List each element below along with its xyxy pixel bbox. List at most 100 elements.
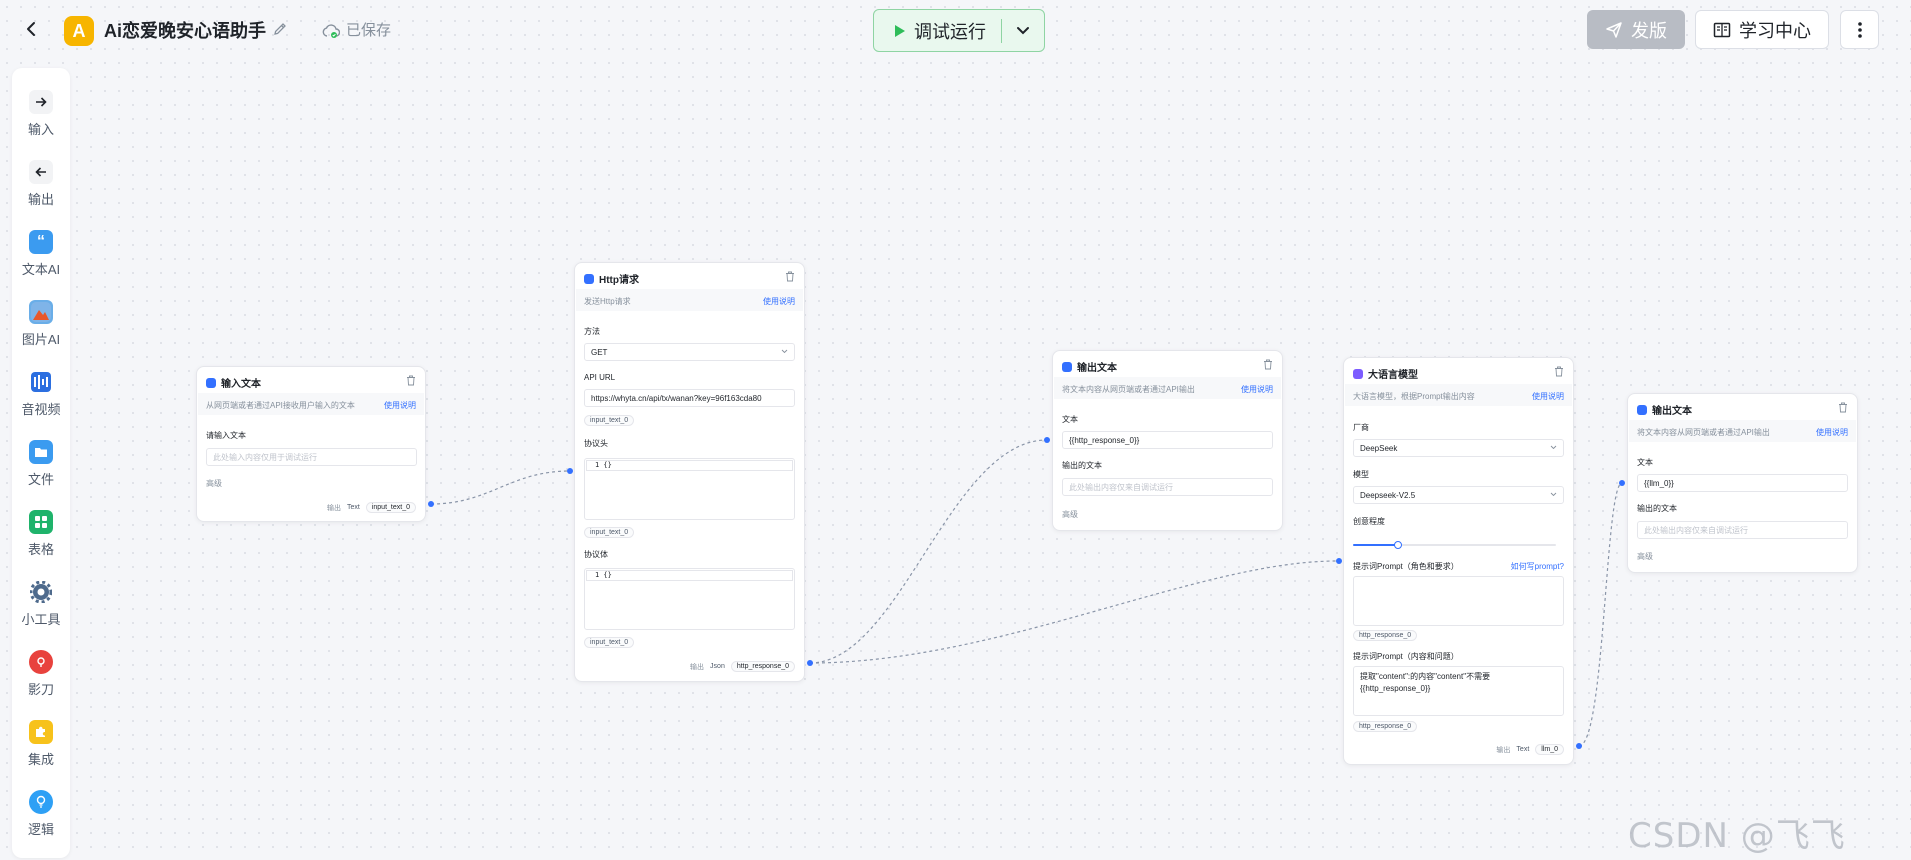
method-select[interactable]: GET xyxy=(584,343,795,361)
api-url-input[interactable]: https://whyta.cn/api/tx/wanan?key=96f163… xyxy=(584,389,795,407)
output-row: 输出 Text input_text_0 xyxy=(327,502,416,513)
edge-input-to-http xyxy=(430,470,571,505)
node-output-text-1[interactable]: 输出文本 将文本内容从网页端或者通过API输出 使用说明 文本 {{http_r… xyxy=(1052,350,1283,531)
node-help-link[interactable]: 使用说明 xyxy=(1816,427,1848,438)
method-value: GET xyxy=(591,348,608,357)
edge-http-to-llm xyxy=(809,560,1340,664)
node-description: 将文本内容从网页端或者通过API输出 xyxy=(1062,385,1195,394)
advanced-toggle[interactable]: 高级 xyxy=(1062,509,1078,520)
advanced-toggle[interactable]: 高级 xyxy=(1637,551,1653,562)
node-description: 从网页端或者通过API接收用户输入的文本 xyxy=(206,401,355,410)
output-text-field[interactable]: 此处输出内容仅来自调试运行 xyxy=(1062,478,1273,496)
method-label: 方法 xyxy=(584,327,600,336)
output-text-label: 输出的文本 xyxy=(1062,461,1102,470)
body-code-editor[interactable]: 1 {} xyxy=(584,568,795,630)
input-port[interactable] xyxy=(1336,558,1342,564)
text-label: 文本 xyxy=(1637,458,1653,467)
edge-http-to-output xyxy=(809,439,1048,664)
input-node-icon xyxy=(206,377,216,388)
prompt-content-textarea[interactable]: 提取"content":的内容"content"不需要 {{http_respo… xyxy=(1353,666,1564,716)
code-line: 1 {} xyxy=(586,570,793,581)
node-help-link[interactable]: 使用说明 xyxy=(384,400,416,411)
output-port[interactable] xyxy=(428,501,434,507)
trash-icon[interactable] xyxy=(406,375,416,386)
llm-node-icon xyxy=(1353,368,1363,379)
field-label: 请输入文本 xyxy=(206,431,246,440)
node-output-text-2[interactable]: 输出文本 将文本内容从网页端或者通过API输出 使用说明 文本 {{llm_0}… xyxy=(1627,393,1858,573)
node-description: 发送Http请求 xyxy=(584,297,631,306)
output-label: 输出 xyxy=(690,663,705,671)
output-label: 输出 xyxy=(327,504,341,512)
input-port[interactable] xyxy=(1619,480,1625,486)
prompt-content-line: 提取"content":的内容"content"不需要 xyxy=(1360,672,1491,681)
creativity-label: 创意程度 xyxy=(1353,517,1385,526)
node-header: 大语言模型 xyxy=(1353,366,1418,381)
trash-icon[interactable] xyxy=(1554,366,1564,377)
prompt-content-label: 提示词Prompt（内容和问题） xyxy=(1353,652,1459,661)
creativity-slider[interactable] xyxy=(1353,541,1556,549)
text-input[interactable]: {{http_response_0}} xyxy=(1062,431,1273,449)
model-value: Deepseek-V2.5 xyxy=(1360,491,1416,500)
prompt-content-line: {{http_response_0}} xyxy=(1360,684,1431,693)
node-title: 大语言模型 xyxy=(1368,370,1418,381)
variable-tag[interactable]: input_text_0 xyxy=(584,415,635,426)
output-label: 输出 xyxy=(1496,746,1511,754)
node-description: 将文本内容从网页端或者通过API输出 xyxy=(1637,428,1770,437)
output-variable[interactable]: llm_0 xyxy=(1535,744,1564,755)
creativity-slider-fill xyxy=(1353,544,1398,546)
http-node-icon xyxy=(584,273,594,284)
vendor-label: 厂商 xyxy=(1353,423,1369,432)
input-text-field[interactable]: 此处输入内容仅用于调试运行 xyxy=(206,448,417,466)
output-type: Text xyxy=(347,504,360,511)
header-code-editor[interactable]: 1 {} xyxy=(584,458,795,520)
api-url-label: API URL xyxy=(584,373,616,382)
node-input-text[interactable]: 输入文本 从网页端或者通过API接收用户输入的文本 使用说明 请输入文本 此处输… xyxy=(196,366,426,522)
output-type: Json xyxy=(710,663,725,670)
output-type: Text xyxy=(1516,746,1530,753)
code-line: 1 {} xyxy=(586,460,793,471)
output-node-icon xyxy=(1637,404,1647,415)
node-llm[interactable]: 大语言模型 大语言模型，根据Prompt输出内容 使用说明 厂商 DeepSee… xyxy=(1343,357,1574,765)
text-input[interactable]: {{llm_0}} xyxy=(1637,474,1848,492)
trash-icon[interactable] xyxy=(1838,402,1848,413)
output-text-field[interactable]: 此处输出内容仅来自调试运行 xyxy=(1637,521,1848,539)
output-variable[interactable]: input_text_0 xyxy=(365,502,416,513)
edge-llm-to-output xyxy=(1578,482,1623,747)
output-port[interactable] xyxy=(807,660,813,666)
variable-tag[interactable]: input_text_0 xyxy=(584,527,635,538)
advanced-toggle[interactable]: 高级 xyxy=(206,478,222,489)
chevron-down-icon xyxy=(781,349,788,354)
trash-icon[interactable] xyxy=(1263,359,1273,370)
chevron-down-icon xyxy=(1550,492,1557,497)
output-variable[interactable]: http_response_0 xyxy=(730,661,795,672)
chevron-down-icon xyxy=(1550,445,1557,450)
input-port[interactable] xyxy=(567,468,573,474)
creativity-slider-thumb[interactable] xyxy=(1393,541,1402,549)
node-header: 输出文本 xyxy=(1062,359,1117,374)
prompt-role-label: 提示词Prompt（角色和要求） xyxy=(1353,562,1459,571)
header-label: 协议头 xyxy=(584,439,608,448)
node-title: 输出文本 xyxy=(1652,406,1692,417)
node-help-link[interactable]: 使用说明 xyxy=(763,296,795,307)
trash-icon[interactable] xyxy=(785,271,795,282)
body-label: 协议体 xyxy=(584,550,608,559)
vendor-select[interactable]: DeepSeek xyxy=(1353,439,1564,457)
output-text-label: 输出的文本 xyxy=(1637,504,1677,513)
model-select[interactable]: Deepseek-V2.5 xyxy=(1353,486,1564,504)
node-description: 大语言模型，根据Prompt输出内容 xyxy=(1353,392,1475,401)
node-help-link[interactable]: 使用说明 xyxy=(1241,384,1273,395)
output-row: 输出 Text llm_0 xyxy=(1496,744,1564,755)
input-port[interactable] xyxy=(1044,437,1050,443)
node-help-link[interactable]: 使用说明 xyxy=(1532,391,1564,402)
variable-tag[interactable]: http_response_0 xyxy=(1353,721,1418,732)
node-header: Http请求 xyxy=(584,271,639,286)
how-to-write-prompt-link[interactable]: 如何写prompt? xyxy=(1511,561,1564,572)
prompt-role-textarea[interactable] xyxy=(1353,576,1564,626)
vendor-value: DeepSeek xyxy=(1360,444,1398,453)
watermark: CSDN @飞飞RPA xyxy=(1628,816,1846,860)
output-port[interactable] xyxy=(1576,743,1582,749)
node-http-request[interactable]: Http请求 发送Http请求 使用说明 方法 GET API URL http… xyxy=(574,262,805,682)
output-row: 输出 Json http_response_0 xyxy=(690,661,795,672)
variable-tag[interactable]: input_text_0 xyxy=(584,637,635,648)
variable-tag[interactable]: http_response_0 xyxy=(1353,630,1418,641)
